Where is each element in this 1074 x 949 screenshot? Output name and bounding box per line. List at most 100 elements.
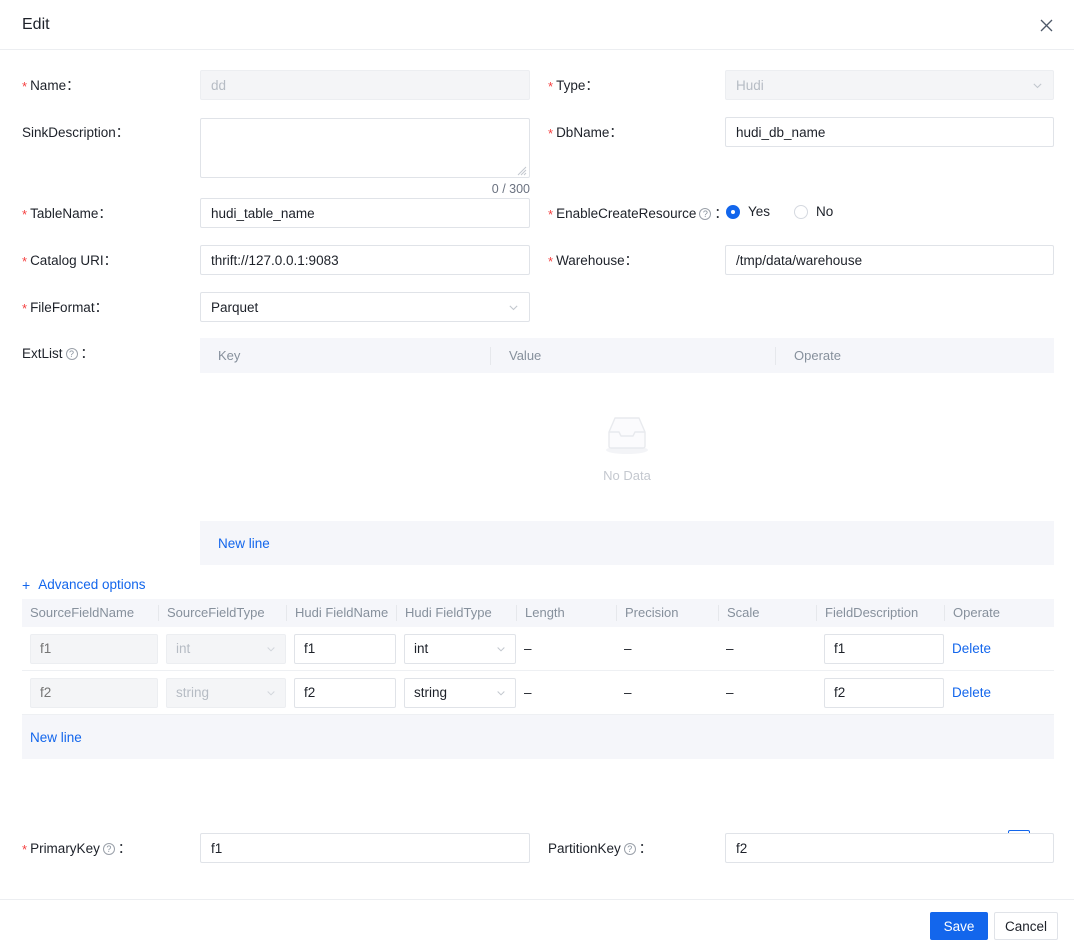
table-row: int int bbox=[22, 627, 1054, 671]
radio-label-no: No bbox=[816, 204, 833, 219]
required-marker: * bbox=[22, 301, 27, 316]
enable-create-resource-radio-group: Yes No bbox=[726, 204, 857, 219]
cell-operate: Delete bbox=[944, 685, 1054, 700]
precision-value-1: – bbox=[624, 685, 632, 700]
file-format-value: Parquet bbox=[211, 300, 258, 315]
scale-value-1: – bbox=[726, 685, 734, 700]
help-icon[interactable]: ? bbox=[699, 208, 711, 220]
radio-option-no[interactable]: No bbox=[794, 204, 833, 219]
cell-hudi-field-name bbox=[286, 634, 396, 664]
chevron-down-icon bbox=[1032, 80, 1043, 91]
sink-description-textarea[interactable] bbox=[200, 118, 530, 178]
source-field-type-select-1[interactable]: string bbox=[166, 678, 286, 708]
col-length: Length bbox=[516, 605, 616, 621]
ext-column-operate: Operate bbox=[775, 347, 1054, 365]
radio-option-yes[interactable]: Yes bbox=[726, 204, 770, 219]
dialog-body: *Name： *Type： Hudi SinkDescription： 0 / … bbox=[0, 51, 1074, 899]
cell-hudi-field-type: string bbox=[396, 678, 516, 708]
dialog-header: Edit bbox=[0, 0, 1074, 50]
db-name-input[interactable] bbox=[725, 117, 1054, 147]
type-label: *Type： bbox=[548, 77, 599, 95]
name-input[interactable] bbox=[200, 70, 530, 100]
col-operate: Operate bbox=[944, 605, 1054, 621]
primary-key-input[interactable] bbox=[200, 833, 530, 863]
cell-source-field-type: int bbox=[158, 634, 286, 664]
col-field-description: FieldDescription bbox=[816, 605, 944, 621]
table-name-label: *TableName： bbox=[22, 205, 112, 223]
radio-label-yes: Yes bbox=[748, 204, 770, 219]
required-marker: * bbox=[22, 207, 27, 222]
field-table-new-line-link[interactable]: New line bbox=[30, 730, 82, 745]
length-value-0: – bbox=[524, 641, 532, 656]
source-field-type-select-0[interactable]: int bbox=[166, 634, 286, 664]
warehouse-input[interactable] bbox=[725, 245, 1054, 275]
plus-icon: + bbox=[22, 578, 30, 592]
field-description-input-0[interactable] bbox=[824, 634, 944, 664]
delete-link-0[interactable]: Delete bbox=[952, 641, 991, 656]
field-table-header: SourceFieldName SourceFieldType Hudi Fie… bbox=[22, 599, 1054, 627]
col-source-field-type: SourceFieldType bbox=[158, 605, 286, 621]
cancel-button[interactable]: Cancel bbox=[994, 912, 1058, 940]
type-select-value: Hudi bbox=[736, 78, 764, 93]
cell-length: – bbox=[516, 641, 616, 656]
dialog-footer: Save Cancel bbox=[0, 899, 1074, 949]
file-format-label: *FileFormat： bbox=[22, 299, 108, 317]
help-icon[interactable]: ? bbox=[624, 843, 636, 855]
required-marker: * bbox=[22, 842, 27, 857]
hudi-field-type-select-1[interactable]: string bbox=[404, 678, 516, 708]
chevron-down-icon bbox=[266, 688, 276, 698]
ext-column-key: Key bbox=[200, 347, 490, 365]
required-marker: * bbox=[22, 79, 27, 94]
ext-list-empty-state: No Data bbox=[200, 373, 1054, 521]
required-marker: * bbox=[548, 126, 553, 141]
hudi-field-name-input-0[interactable] bbox=[294, 634, 396, 664]
ext-list-label: ExtList?： bbox=[22, 345, 94, 363]
source-field-name-input-0[interactable] bbox=[30, 634, 158, 664]
help-icon[interactable]: ? bbox=[66, 348, 78, 360]
cell-source-field-type: string bbox=[158, 678, 286, 708]
close-icon[interactable] bbox=[1035, 14, 1057, 36]
partition-key-label: PartitionKey?： bbox=[548, 840, 652, 858]
cell-length: – bbox=[516, 685, 616, 700]
partition-key-input[interactable] bbox=[725, 833, 1054, 863]
field-table-new-line-row: New line bbox=[22, 715, 1054, 759]
advanced-options-toggle[interactable]: + Advanced options bbox=[22, 577, 146, 592]
character-counter: 0 / 300 bbox=[492, 182, 530, 196]
catalog-uri-label: *Catalog URI： bbox=[22, 252, 117, 270]
ext-list-table-header: Key Value Operate bbox=[200, 338, 1054, 373]
required-marker: * bbox=[548, 254, 553, 269]
cell-precision: – bbox=[616, 641, 718, 656]
radio-dot-icon bbox=[794, 205, 808, 219]
table-name-input[interactable] bbox=[200, 198, 530, 228]
enable-create-resource-label: *EnableCreateResource?： bbox=[548, 205, 728, 223]
name-label: *Name： bbox=[22, 77, 80, 95]
empty-box-icon bbox=[601, 412, 653, 461]
cell-hudi-field-type: int bbox=[396, 634, 516, 664]
source-field-name-input-1[interactable] bbox=[30, 678, 158, 708]
empty-state-text: No Data bbox=[603, 468, 651, 483]
hudi-field-name-input-1[interactable] bbox=[294, 678, 396, 708]
sink-description-wrap: 0 / 300 bbox=[200, 118, 530, 178]
hudi-field-type-select-0[interactable]: int bbox=[404, 634, 516, 664]
cell-scale: – bbox=[718, 685, 816, 700]
delete-link-1[interactable]: Delete bbox=[952, 685, 991, 700]
chevron-down-icon bbox=[496, 688, 506, 698]
catalog-uri-input[interactable] bbox=[200, 245, 530, 275]
save-button[interactable]: Save bbox=[930, 912, 988, 940]
table-row: string string bbox=[22, 671, 1054, 715]
type-select[interactable]: Hudi bbox=[725, 70, 1054, 100]
cell-field-description bbox=[816, 678, 944, 708]
cell-source-field-name bbox=[22, 634, 158, 664]
help-icon[interactable]: ? bbox=[103, 843, 115, 855]
cell-operate: Delete bbox=[944, 641, 1054, 656]
ext-list-new-line-link[interactable]: New line bbox=[218, 536, 270, 551]
source-field-type-value-1: string bbox=[176, 685, 209, 700]
field-description-input-1[interactable] bbox=[824, 678, 944, 708]
db-name-label: *DbName： bbox=[548, 124, 623, 142]
cell-precision: – bbox=[616, 685, 718, 700]
file-format-select[interactable]: Parquet bbox=[200, 292, 530, 322]
chevron-down-icon bbox=[496, 644, 506, 654]
chevron-down-icon bbox=[266, 644, 276, 654]
chevron-down-icon bbox=[508, 302, 519, 313]
radio-dot-icon bbox=[726, 205, 740, 219]
